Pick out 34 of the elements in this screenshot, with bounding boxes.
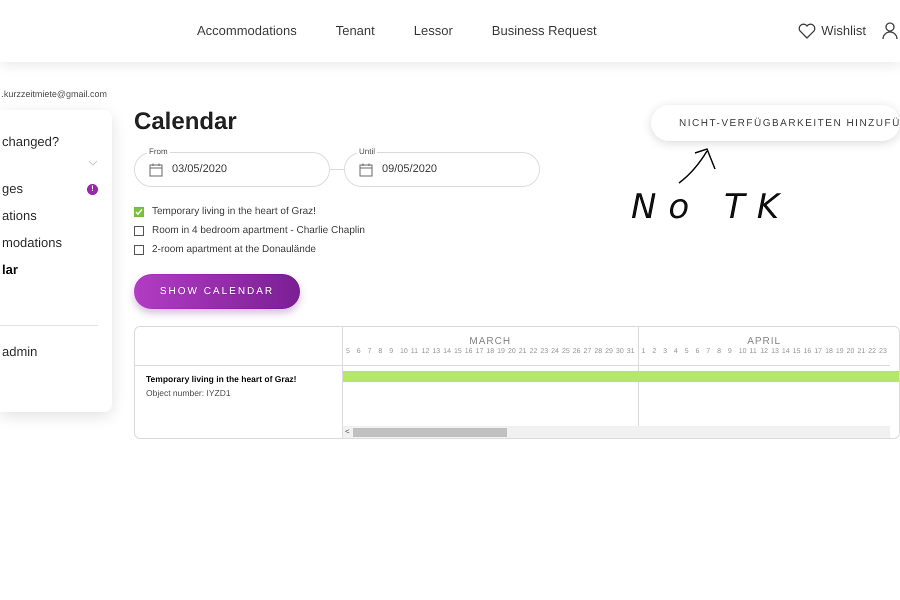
nav-link[interactable]: Business Request	[492, 21, 597, 41]
add-unavailability-button[interactable]: NICHT-VERFÜGBARKEITEN HINZUFÜ	[651, 105, 900, 141]
calendar-icon	[149, 162, 163, 176]
checkbox[interactable]	[134, 226, 144, 236]
sidebar-item[interactable]: lar	[0, 260, 98, 280]
scroll-left-button[interactable]: <	[343, 426, 352, 438]
object-number: Object number: IYZD1	[146, 386, 232, 400]
user-email: .kurzzeitmiete@gmail.com	[0, 88, 108, 101]
sidebar-item[interactable]: ations	[0, 206, 98, 226]
alert-badge: !	[87, 184, 98, 194]
calendar-icon	[359, 162, 373, 176]
sidebar-item[interactable]: modations	[0, 234, 98, 252]
month-name: MARCH	[468, 335, 512, 347]
sidebar-item[interactable]: ges !	[0, 180, 98, 198]
nav-link[interactable]: Lessor	[414, 21, 453, 41]
show-calendar-button[interactable]: SHOW CALENDAR	[134, 274, 300, 309]
sidebar-question: changed?	[1, 133, 60, 151]
object-title: Temporary living in the heart of Graz!	[146, 373, 298, 386]
handwritten-note: No TK	[631, 186, 792, 229]
month-name: APRIL	[746, 335, 782, 347]
nav-link[interactable]: Accommodations	[197, 21, 297, 41]
checkbox[interactable]	[134, 206, 144, 216]
checkbox[interactable]	[134, 244, 144, 254]
checkbox-label: 2-room apartment at the Donaulände	[152, 243, 316, 257]
user-icon[interactable]	[882, 22, 898, 40]
checkbox-label: Temporary living in the heart of Graz!	[152, 205, 316, 219]
scrollbar-thumb[interactable]	[353, 428, 507, 436]
arrow-drawing	[677, 147, 717, 185]
nav-link[interactable]: Tenant	[336, 21, 375, 41]
checkbox-label: Room in 4 bedroom apartment - Charlie Chaplin	[152, 224, 365, 238]
heart-icon	[798, 23, 816, 39]
sidebar-item[interactable]: admin	[0, 342, 98, 361]
page-title: Calendar	[134, 108, 238, 136]
wishlist-link[interactable]: Wishlist	[798, 21, 866, 41]
